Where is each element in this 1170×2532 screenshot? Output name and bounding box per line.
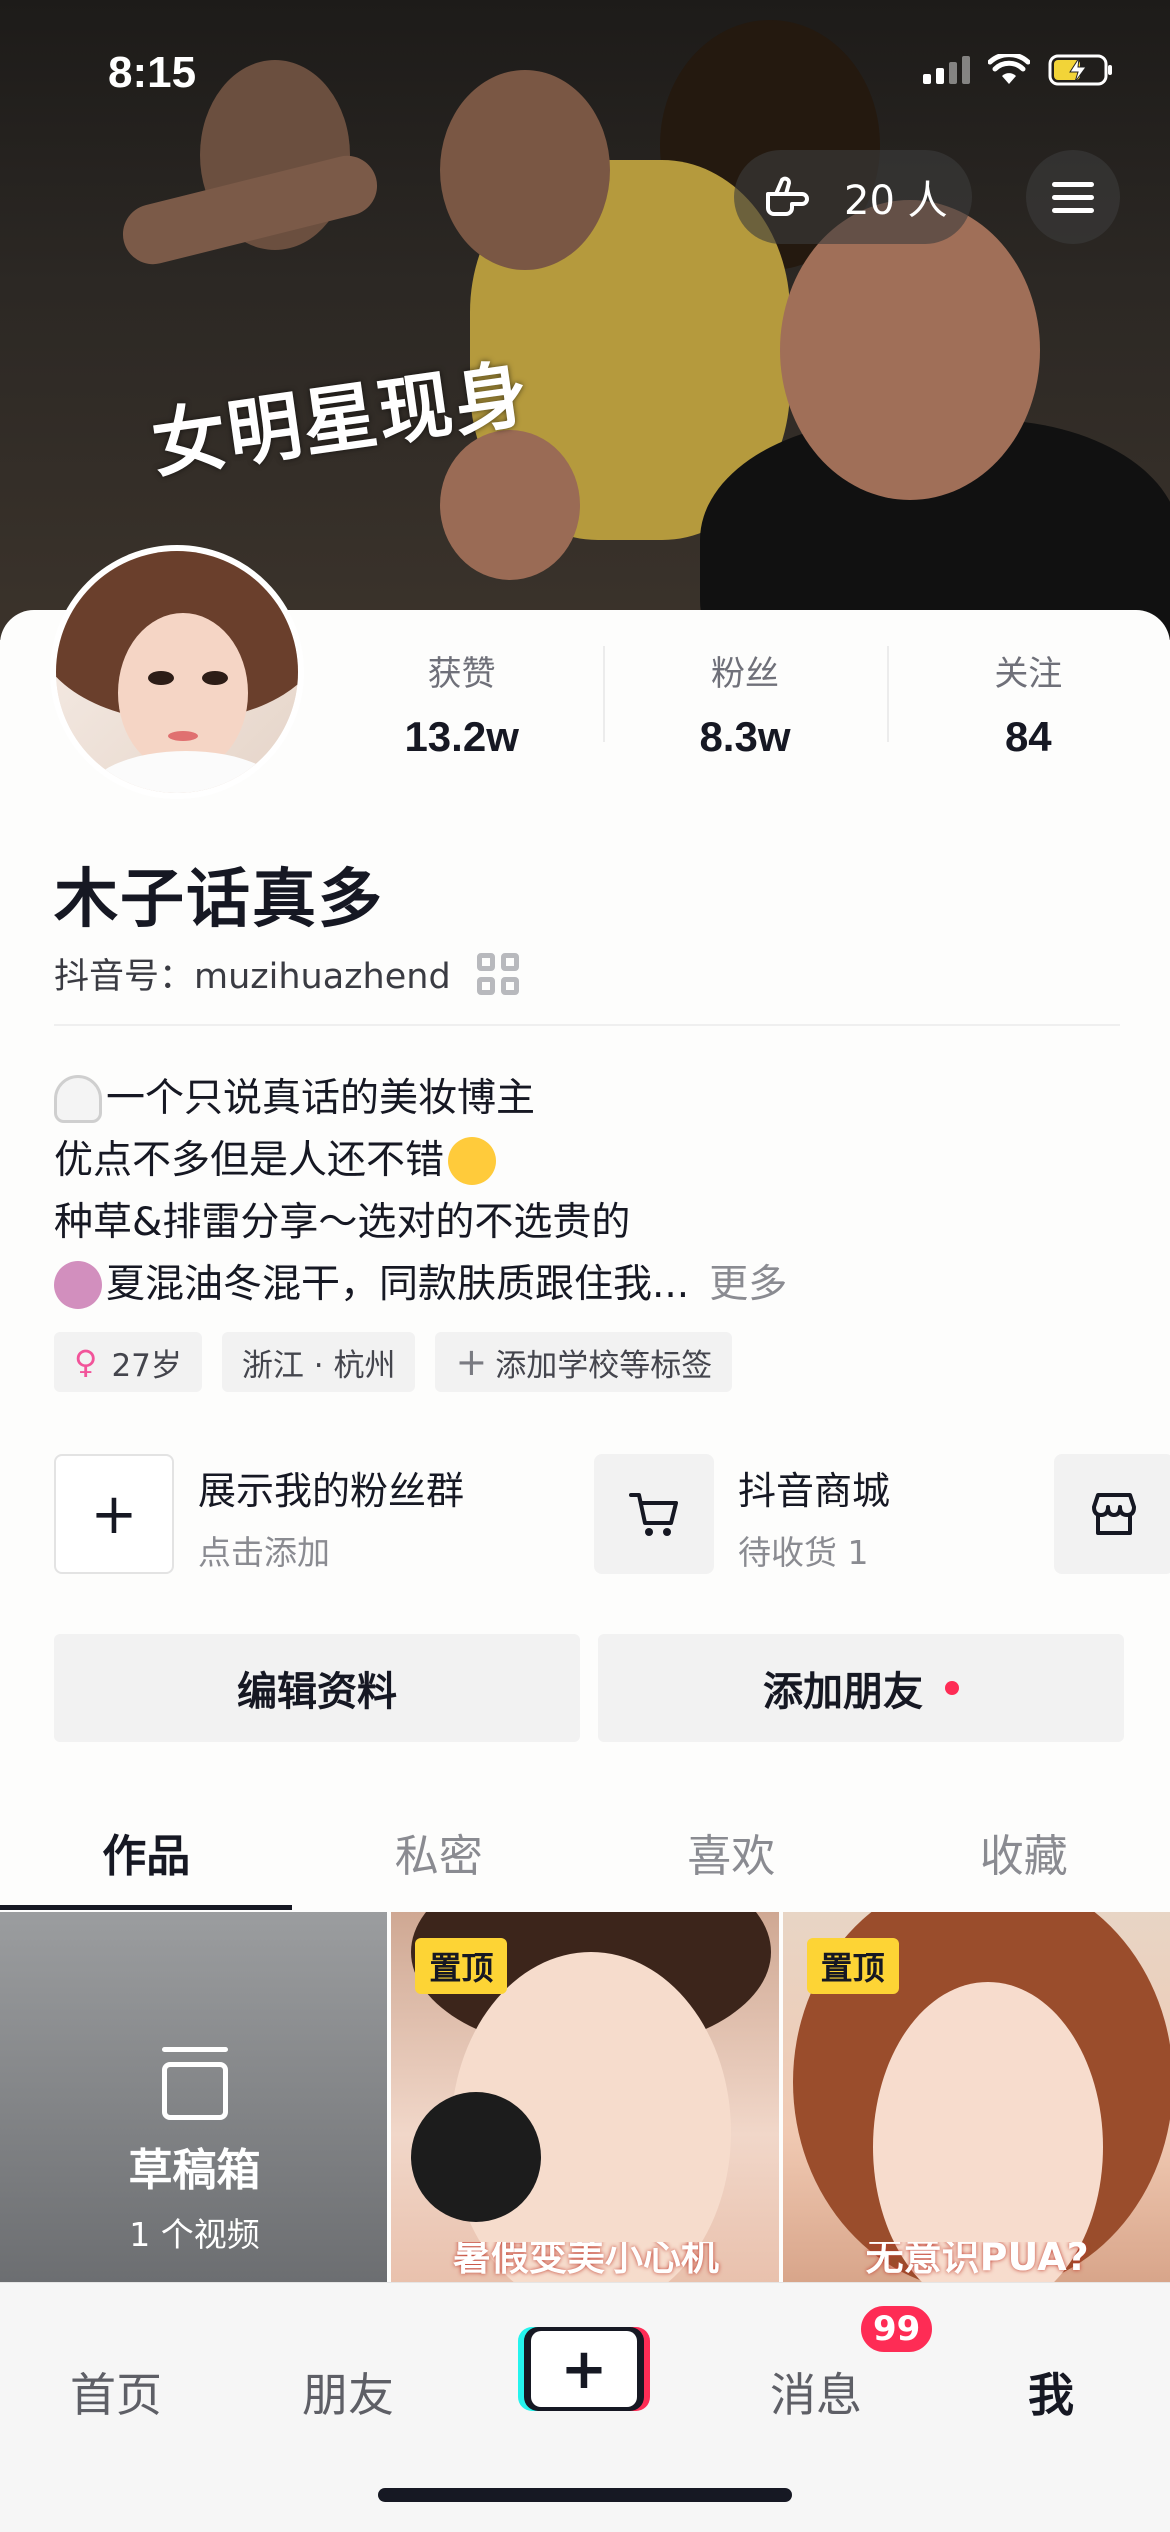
banner-figure <box>780 200 1040 500</box>
battery-charging-icon <box>1048 54 1112 86</box>
qr-code-icon[interactable] <box>476 952 519 995</box>
bio-more-link[interactable]: 更多 <box>709 1254 787 1316</box>
video-tile[interactable]: 置顶 无意识PUA? <box>782 1912 1170 2282</box>
tab-likes[interactable]: 喜欢 <box>585 1794 878 1910</box>
nav-messages[interactable]: 消息 <box>770 2359 862 2425</box>
drafts-title: 草稿箱 <box>128 2145 261 2196</box>
tag-age[interactable]: ♀ 27岁 <box>54 1332 202 1392</box>
stat-likes[interactable]: 获赞 13.2w <box>320 640 603 770</box>
video-grid: 草稿箱 1 个视频 置顶 暑假变美小心机 置顶 无意识PUA? <box>0 1912 1170 2282</box>
messages-badge: 99 <box>858 2303 936 2355</box>
shop-button[interactable] <box>1054 1454 1170 1574</box>
bio-line: 夏混油冬混干，同款肤质跟住我... <box>106 1262 690 1307</box>
edit-profile-label: 编辑资料 <box>237 1669 397 1715</box>
plus-icon: + <box>455 1340 488 1384</box>
status-bar: 8:15 <box>0 0 1170 140</box>
status-icons <box>923 54 1114 86</box>
hamburger-icon-bar <box>1052 181 1094 187</box>
create-button[interactable]: + <box>524 2327 644 2411</box>
nav-me[interactable]: 我 <box>1028 2359 1074 2425</box>
edit-profile-button[interactable]: 编辑资料 <box>54 1634 580 1742</box>
bio-line: 种草&排雷分享～选对的不选贵的 <box>54 1200 631 1245</box>
tag-label: 27岁 <box>111 1347 182 1384</box>
stat-label: 粉丝 <box>710 654 779 694</box>
tab-favorites[interactable]: 收藏 <box>878 1794 1170 1910</box>
pointing-hand-icon <box>766 176 809 216</box>
female-icon: ♀ <box>74 1343 98 1381</box>
ghost-emoji-icon <box>54 1075 102 1123</box>
tag-location[interactable]: 浙江 · 杭州 <box>221 1332 416 1392</box>
banner-figure <box>440 430 580 580</box>
profile-stats: 获赞 13.2w 粉丝 8.3w 关注 84 <box>320 640 1170 770</box>
tab-private[interactable]: 私密 <box>293 1794 586 1910</box>
drafts-count: 1 个视频 <box>129 2215 260 2254</box>
visitor-count: 20 人 <box>844 178 948 224</box>
douyin-id: 抖音号：muzihuazhend <box>54 957 451 997</box>
menu-button[interactable] <box>1026 150 1120 244</box>
stat-followers[interactable]: 粉丝 8.3w <box>603 640 886 770</box>
hamburger-icon-bar <box>1052 194 1094 200</box>
douyin-id-row[interactable]: 抖音号：muzihuazhend <box>54 948 519 999</box>
stat-label: 获赞 <box>427 654 496 694</box>
tab-works[interactable]: 作品 <box>0 1794 293 1910</box>
status-time: 8:15 <box>108 48 197 97</box>
fan-group-title[interactable]: 展示我的粉丝群 <box>198 1460 464 1515</box>
video-caption: 暑假变美小心机 <box>452 2242 719 2279</box>
video-tile[interactable]: 置顶 暑假变美小心机 <box>391 1912 779 2282</box>
add-friend-button[interactable]: 添加朋友 <box>598 1634 1124 1742</box>
fan-group-sub: 点击添加 <box>198 1533 330 1572</box>
stat-value: 84 <box>1004 713 1052 760</box>
add-friend-label: 添加朋友 <box>763 1669 923 1715</box>
nav-home[interactable]: 首页 <box>70 2359 162 2425</box>
stat-label: 关注 <box>994 654 1063 694</box>
winking-face-emoji-icon <box>448 1137 497 1185</box>
bio-line: 一个只说真话的美妆博主 <box>106 1076 536 1121</box>
divider <box>54 1024 1120 1026</box>
home-indicator <box>378 2488 792 2502</box>
tag-add-school[interactable]: + 添加学校等标签 <box>435 1332 733 1392</box>
avatar[interactable] <box>50 545 304 799</box>
plus-icon: + <box>560 2336 608 2402</box>
pinned-badge: 置顶 <box>806 1938 899 1994</box>
profile-tags: ♀ 27岁 浙江 · 杭州 + 添加学校等标签 <box>54 1332 733 1392</box>
bio[interactable]: 一个只说真话的美妆博主 优点不多但是人还不错 种草&排雷分享～选对的不选贵的 夏… <box>54 1068 787 1316</box>
pinned-badge: 置顶 <box>415 1938 508 1994</box>
mall-button[interactable] <box>594 1454 714 1574</box>
plus-icon: + <box>90 1481 138 1547</box>
mall-title[interactable]: 抖音商城 <box>738 1460 890 1515</box>
stat-value: 13.2w <box>404 713 519 760</box>
bio-line: 优点不多但是人还不错 <box>54 1138 445 1183</box>
fan-group-add-button[interactable]: + <box>54 1454 174 1574</box>
cellular-signal-icon <box>923 56 970 84</box>
visitor-count-button[interactable]: 20 人 <box>734 150 972 244</box>
wifi-icon <box>988 54 1030 84</box>
tag-label: 浙江 · 杭州 <box>241 1347 396 1384</box>
hamburger-icon-bar <box>1052 207 1094 213</box>
video-caption: 无意识PUA? <box>865 2242 1089 2279</box>
stat-value: 8.3w <box>699 713 791 760</box>
store-icon <box>1092 1493 1136 1535</box>
shopping-cart-icon <box>629 1493 678 1536</box>
nickname: 木子话真多 <box>54 863 384 937</box>
action-buttons: 编辑资料 添加朋友 <box>54 1634 1124 1742</box>
notification-dot <box>945 1681 959 1695</box>
content-tabs: 作品 私密 喜欢 收藏 <box>0 1794 1170 1910</box>
drafts-tile[interactable]: 草稿箱 1 个视频 <box>0 1912 388 2282</box>
woman-emoji-icon <box>54 1261 102 1309</box>
tag-label: 添加学校等标签 <box>495 1347 713 1384</box>
stat-following[interactable]: 关注 84 <box>886 640 1170 770</box>
nav-friends[interactable]: 朋友 <box>302 2359 394 2425</box>
shortcuts-row: + 展示我的粉丝群 点击添加 抖音商城 待收货 1 <box>54 1454 1170 1574</box>
drafts-box-icon <box>161 2047 228 2120</box>
mall-sub: 待收货 1 <box>738 1533 869 1572</box>
